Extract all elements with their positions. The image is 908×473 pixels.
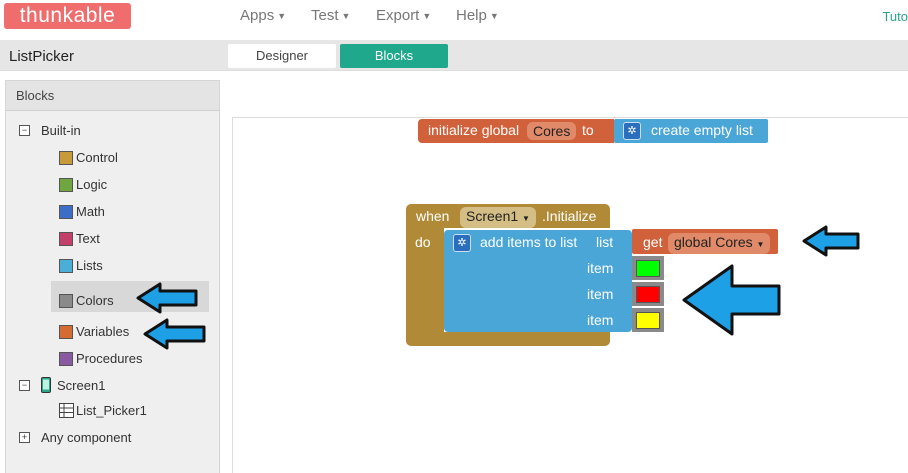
- arrow-left-icon: [802, 225, 860, 257]
- annotation-arrows: [136, 225, 860, 350]
- arrow-left-icon: [143, 318, 206, 350]
- arrow-left-icon: [682, 264, 781, 336]
- arrow-left-icon: [136, 282, 198, 314]
